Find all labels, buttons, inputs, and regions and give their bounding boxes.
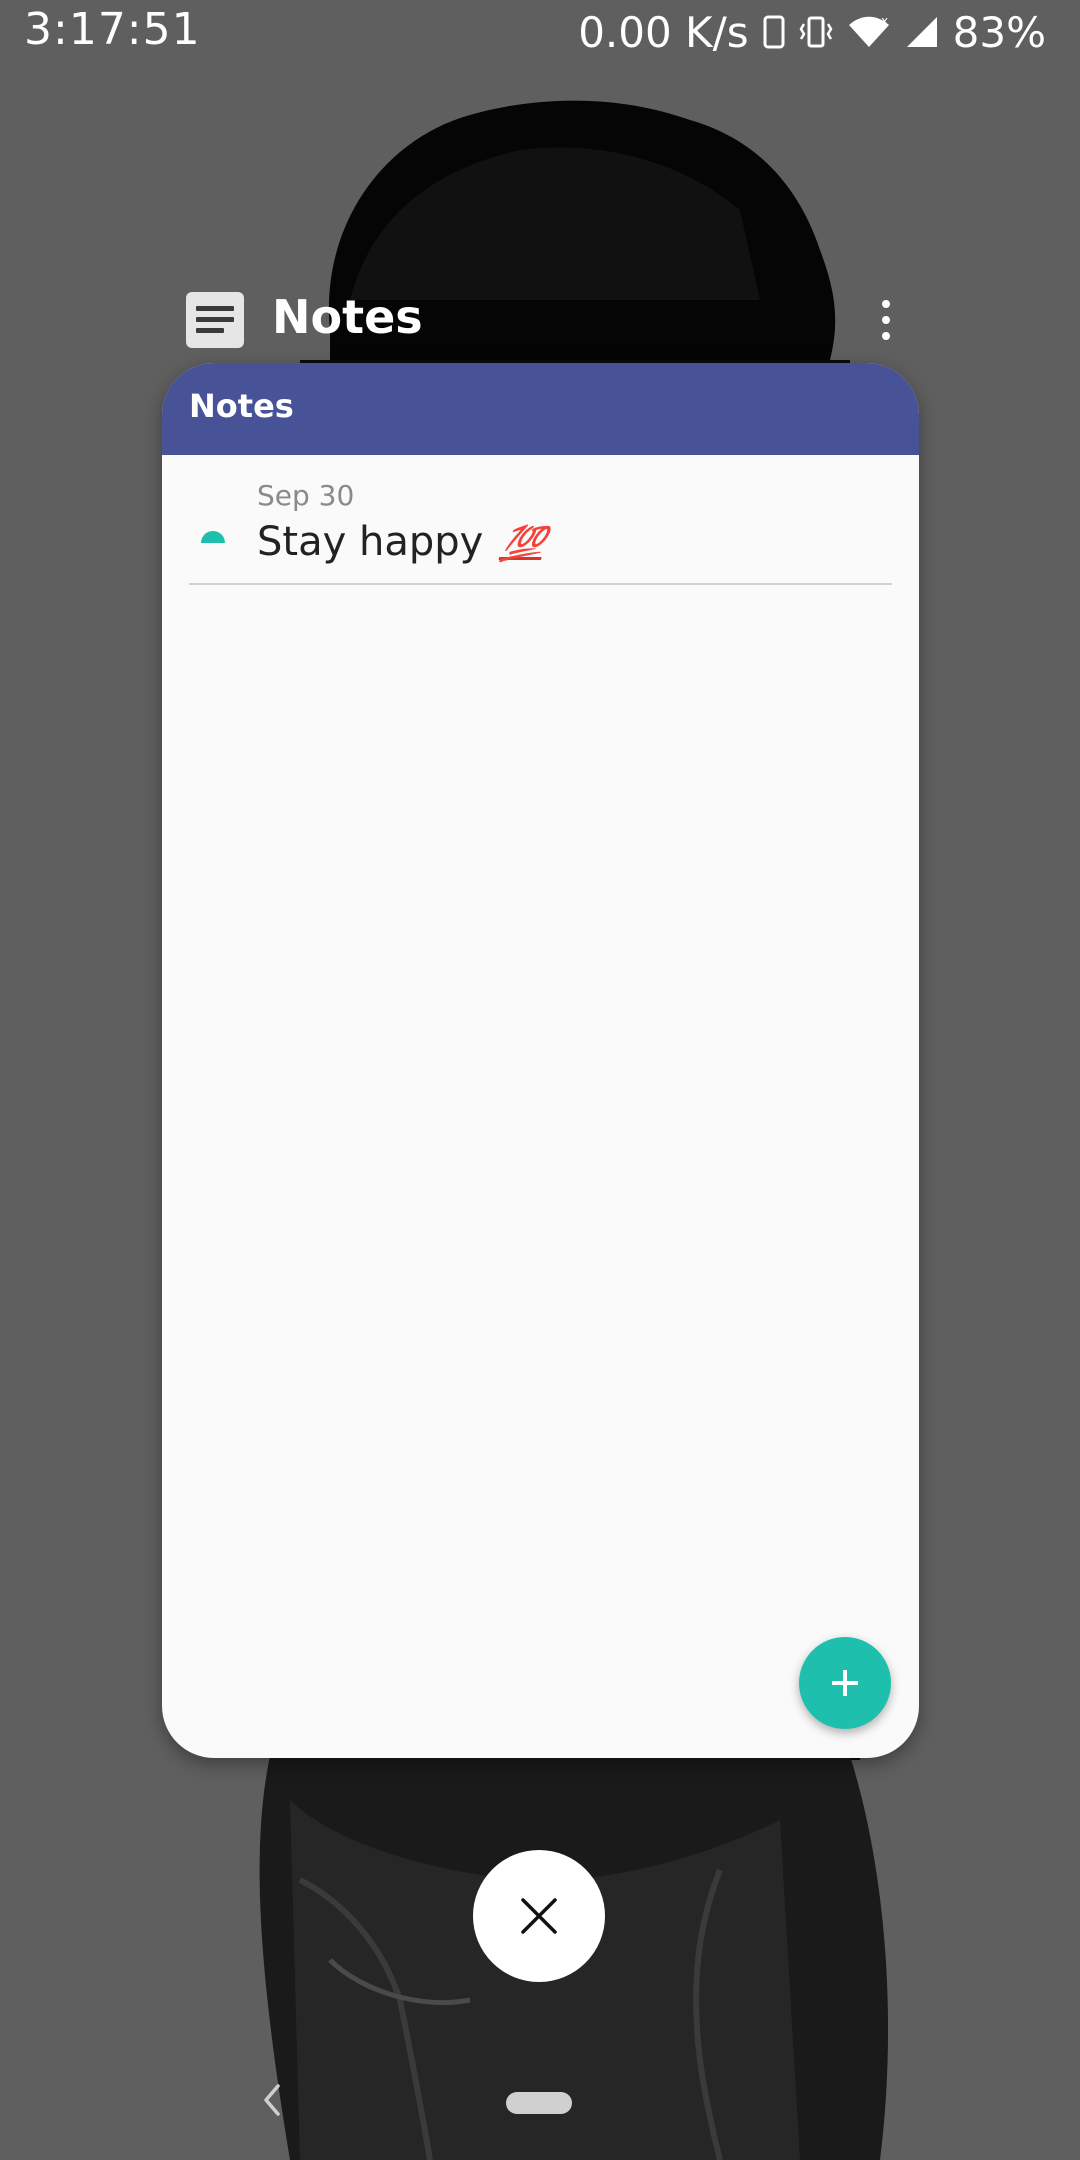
close-icon	[521, 1898, 557, 1934]
clear-recents-button[interactable]	[473, 1850, 605, 1982]
add-note-button[interactable]	[799, 1637, 891, 1729]
note-title: Stay happy	[257, 519, 484, 565]
note-list-item[interactable]: Sep 30 Stay happy 💯	[189, 463, 892, 585]
note-title-line: Stay happy 💯	[257, 519, 549, 565]
battery-level: 83%	[952, 7, 1046, 57]
phone-icon	[763, 15, 785, 49]
wifi-icon: x	[847, 15, 891, 49]
network-speed: 0.00 K/s	[578, 7, 749, 57]
app-card[interactable]: Notes Sep 30 Stay happy 💯	[162, 363, 919, 1758]
vibrate-icon	[799, 15, 833, 49]
notes-app-icon[interactable]	[186, 292, 244, 348]
svg-text:x: x	[881, 15, 888, 28]
status-bar: 3:17:51 0.00 K/s x 83%	[0, 0, 1080, 64]
plus-icon	[832, 1670, 858, 1696]
back-chevron-icon[interactable]	[258, 2080, 288, 2124]
hundred-points-emoji: 💯	[497, 524, 549, 564]
app-toolbar-title: Notes	[189, 387, 294, 425]
task-app-name: Notes	[272, 290, 423, 344]
more-vert-icon[interactable]	[866, 294, 906, 346]
task-header: Notes	[186, 290, 906, 352]
home-pill-icon[interactable]	[506, 2092, 572, 2114]
status-time: 3:17:51	[24, 4, 201, 55]
note-color-indicator	[201, 531, 225, 543]
app-toolbar: Notes	[162, 363, 919, 455]
note-date: Sep 30	[257, 479, 355, 512]
status-icons: 0.00 K/s x 83%	[578, 4, 1046, 60]
signal-icon	[905, 15, 939, 49]
